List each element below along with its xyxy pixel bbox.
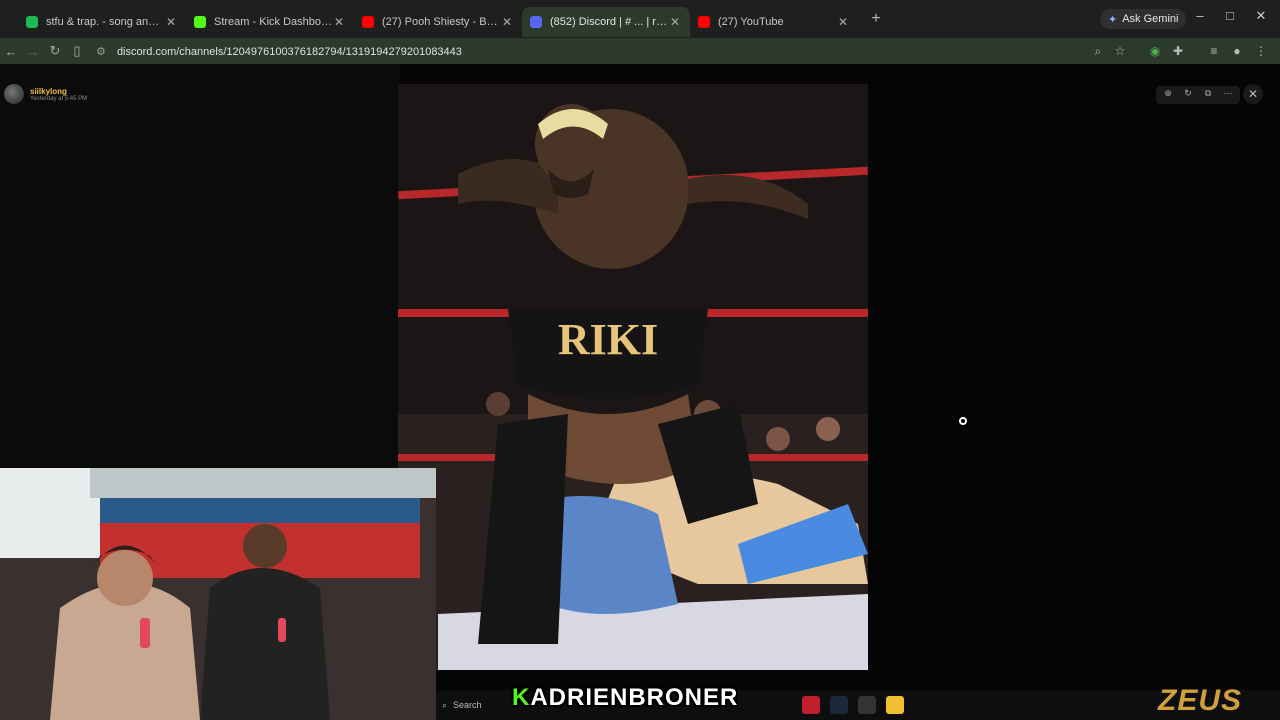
spotify-icon: [26, 16, 38, 28]
tab-4[interactable]: (27) YouTube ✕: [690, 7, 858, 37]
discord-icon: [530, 16, 542, 28]
streamer-name: ADRIENBRONER: [530, 684, 739, 711]
ask-gemini-label: Ask Gemini: [1122, 13, 1179, 25]
address-bar: ← → ↻ ▯ ⚙ discord.com/channels/120497610…: [0, 38, 1280, 64]
close-icon[interactable]: ✕: [1243, 84, 1263, 104]
close-tab-icon[interactable]: ✕: [668, 15, 682, 29]
extensions-puzzle-icon[interactable]: ✚: [1169, 42, 1187, 60]
image-viewer-toolbar: ⊕ ↻ ⧉ ⋯: [1156, 86, 1240, 104]
streamer-name-overlay: KADRIENBRONER: [512, 684, 738, 712]
tab-list: stfu & trap. - song and lyrics by✕Stream…: [18, 1, 858, 37]
maximize-button[interactable]: □: [1220, 8, 1240, 23]
bookmark-star-icon[interactable]: ☆: [1111, 42, 1129, 60]
webcam-image: [0, 468, 436, 720]
close-tab-icon[interactable]: ✕: [500, 15, 514, 29]
tab-2[interactable]: (27) Pooh Shiesty - Back In Bloc✕: [354, 7, 522, 37]
side-panel-icon[interactable]: ▯: [66, 43, 88, 59]
file-explorer-icon[interactable]: [886, 696, 904, 714]
forward-button[interactable]: →: [22, 44, 44, 59]
tab-title: (27) Pooh Shiesty - Back In Bloc: [382, 16, 500, 28]
steam-icon[interactable]: [830, 696, 848, 714]
reload-button[interactable]: ↻: [44, 43, 66, 59]
kick-icon: [194, 16, 206, 28]
message-author: siilkylong Yesterday at 5:45 PM: [4, 84, 87, 104]
ask-gemini-button[interactable]: ✦ Ask Gemini: [1100, 9, 1187, 29]
browser-menu-icon[interactable]: ⋮: [1252, 42, 1270, 60]
zoom-in-icon[interactable]: ⊕: [1160, 88, 1176, 102]
tab-title: Stream - Kick Dashboard: [214, 16, 332, 28]
profile-icon[interactable]: ●: [1228, 42, 1246, 60]
wrestler-photo: RIKI: [398, 84, 868, 670]
close-tab-icon[interactable]: ✕: [332, 15, 346, 29]
close-window-button[interactable]: ✕: [1251, 8, 1271, 24]
new-tab-button[interactable]: +: [864, 10, 888, 28]
tab-0[interactable]: stfu & trap. - song and lyrics by✕: [18, 7, 186, 37]
avatar[interactable]: [4, 84, 24, 104]
browser-tab-bar: stfu & trap. - song and lyrics by✕Stream…: [0, 0, 1280, 38]
discord-sidebar-dimmed: [0, 64, 400, 468]
tab-title: (27) YouTube: [718, 16, 784, 28]
youtube-icon: [362, 16, 374, 28]
tab-title: (852) Discord | # ... | reactions: [550, 16, 668, 28]
zeus-logo: ZEUS: [1158, 684, 1243, 717]
more-options-icon[interactable]: ⋯: [1220, 88, 1236, 102]
taskbar-search[interactable]: ⌕ Search: [442, 694, 522, 716]
close-tab-icon[interactable]: ✕: [836, 15, 850, 29]
webcam-feed: [0, 468, 436, 720]
youtube-icon: [698, 16, 710, 28]
trunk-text: RIKI: [558, 315, 658, 364]
tab-search-icon[interactable]: ≡: [1205, 42, 1223, 60]
obs-icon[interactable]: [858, 696, 876, 714]
site-info-icon[interactable]: ⚙: [96, 46, 106, 58]
kick-k-logo: K: [512, 684, 531, 711]
extension-icon[interactable]: ◉: [1146, 42, 1164, 60]
url-field[interactable]: ⚙ discord.com/channels/12049761003761827…: [96, 45, 462, 58]
tab-1[interactable]: Stream - Kick Dashboard ✕: [186, 7, 354, 37]
minimize-button[interactable]: –: [1190, 8, 1210, 23]
username[interactable]: siilkylong: [30, 87, 87, 96]
open-original-icon[interactable]: ⧉: [1200, 88, 1216, 102]
mouse-cursor: [959, 417, 967, 425]
app-icon-red[interactable]: [802, 696, 820, 714]
zoom-icon[interactable]: ⌕: [1089, 42, 1107, 60]
timestamp: Yesterday at 5:45 PM: [30, 95, 88, 102]
rotate-icon[interactable]: ↻: [1180, 88, 1196, 102]
search-placeholder: Search: [453, 700, 482, 710]
image-preview[interactable]: RIKI: [398, 84, 868, 670]
tab-title: stfu & trap. - song and lyrics by: [46, 16, 164, 28]
url-text: discord.com/channels/1204976100376182794…: [116, 45, 462, 58]
close-tab-icon[interactable]: ✕: [164, 15, 178, 29]
gemini-icon: ✦: [1108, 13, 1118, 26]
back-button[interactable]: ←: [0, 44, 22, 59]
tab-3[interactable]: (852) Discord | # ... | reactions✕: [522, 7, 690, 37]
search-icon: ⌕: [442, 699, 448, 710]
